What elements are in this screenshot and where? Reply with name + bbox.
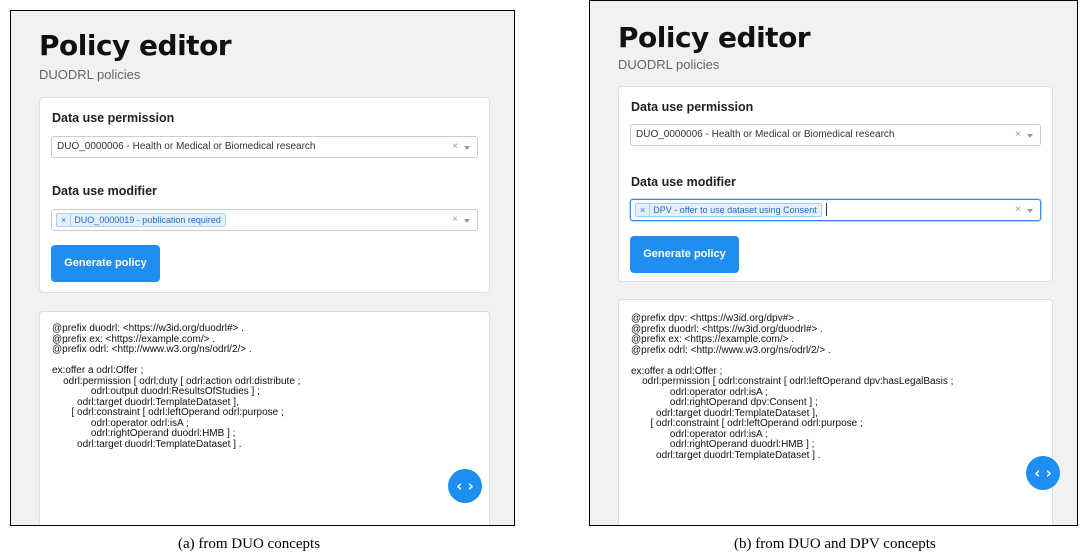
caption-b: (b) from DUO and DPV concepts <box>734 536 936 552</box>
permission-label: Data use permission <box>631 100 754 114</box>
screenshot-panel-a: Policy editor DUODRL policies Data use p… <box>10 10 515 526</box>
modifier-select[interactable]: × DUO_0000019 - publication required × <box>51 209 478 231</box>
policy-form-card: Data use permission DUO_0000006 - Health… <box>618 86 1053 282</box>
modifier-tag-label: DPV - offer to use dataset using Consent <box>653 205 817 215</box>
chevron-down-icon[interactable] <box>1027 209 1033 213</box>
page-title: Policy editor <box>618 21 811 54</box>
clear-icon[interactable]: × <box>1015 205 1021 215</box>
permission-label: Data use permission <box>52 111 175 125</box>
modifier-label: Data use modifier <box>52 184 157 198</box>
page-title: Policy editor <box>39 29 232 62</box>
permission-select[interactable]: DUO_0000006 - Health or Medical or Biome… <box>630 124 1041 146</box>
policy-output-card: @prefix duodrl: <https://w3id.org/duodrl… <box>39 311 490 525</box>
policy-output-card: @prefix dpv: <https://w3id.org/dpv#> . @… <box>618 299 1053 525</box>
caption-a: (a) from DUO concepts <box>178 536 321 552</box>
modifier-select[interactable]: × DPV - offer to use dataset using Consen… <box>630 199 1041 221</box>
code-brackets-icon[interactable]: ‹ › <box>448 469 482 503</box>
modifier-tag: × DPV - offer to use dataset using Consen… <box>635 203 822 217</box>
code-brackets-icon[interactable]: ‹ › <box>1026 456 1060 490</box>
modifier-tag: × DUO_0000019 - publication required <box>56 213 226 227</box>
chevron-down-icon[interactable] <box>464 146 470 150</box>
generate-policy-button[interactable]: Generate policy <box>630 236 739 273</box>
tag-remove-icon[interactable]: × <box>57 214 72 226</box>
page-subtitle: DUODRL policies <box>618 57 720 72</box>
policy-code-output: @prefix dpv: <https://w3id.org/dpv#> . @… <box>631 313 954 461</box>
policy-form-card: Data use permission DUO_0000006 - Health… <box>39 97 490 293</box>
clear-icon[interactable]: × <box>452 142 458 152</box>
page-subtitle: DUODRL policies <box>39 67 141 82</box>
permission-selected-value: DUO_0000006 - Health or Medical or Biome… <box>636 129 895 140</box>
screenshot-panel-b: Policy editor DUODRL policies Data use p… <box>589 0 1078 526</box>
permission-selected-value: DUO_0000006 - Health or Medical or Biome… <box>57 141 316 152</box>
chevron-down-icon[interactable] <box>1027 134 1033 138</box>
clear-icon[interactable]: × <box>452 215 458 225</box>
text-caret <box>826 203 827 216</box>
generate-policy-button[interactable]: Generate policy <box>51 245 160 282</box>
modifier-tag-label: DUO_0000019 - publication required <box>74 215 221 225</box>
tag-remove-icon[interactable]: × <box>636 204 651 216</box>
permission-select[interactable]: DUO_0000006 - Health or Medical or Biome… <box>51 136 478 158</box>
clear-icon[interactable]: × <box>1015 130 1021 140</box>
policy-code-output: @prefix duodrl: <https://w3id.org/duodrl… <box>52 323 301 450</box>
modifier-label: Data use modifier <box>631 175 736 189</box>
chevron-down-icon[interactable] <box>464 219 470 223</box>
